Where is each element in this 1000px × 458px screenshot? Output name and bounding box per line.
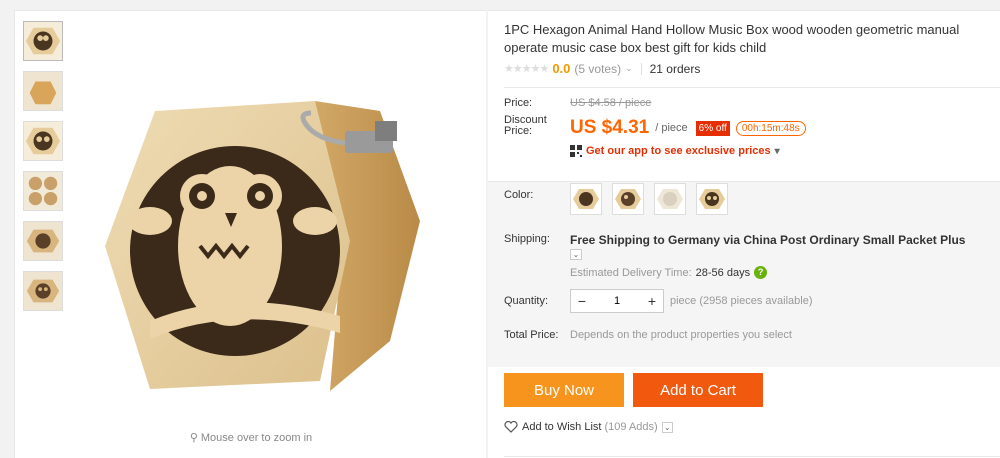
quantity-increase-button[interactable]: + — [641, 293, 663, 309]
quantity-decrease-button[interactable]: − — [571, 293, 593, 309]
wishlist-count: (109 Adds) — [604, 421, 658, 433]
product-page: ⚲ Mouse over to zoom in 1PC Hexagon Anima… — [0, 0, 1000, 458]
wishlist-label: Add to Wish List — [522, 421, 602, 433]
buy-now-button[interactable]: Buy Now — [504, 373, 624, 407]
color-swatch-2[interactable] — [612, 183, 644, 215]
color-swatch-3[interactable] — [654, 183, 686, 215]
rating-value: 0.0 — [552, 61, 571, 76]
discount-price-label: Discount Price: — [504, 114, 547, 137]
thumbnail-3[interactable] — [23, 121, 63, 161]
quantity-stepper: − + — [570, 289, 664, 313]
color-label: Color: — [504, 189, 534, 201]
price-label: Price: — [504, 97, 533, 109]
delivery-label: Estimated Delivery Time: — [570, 266, 692, 279]
current-price: US $4.31 — [570, 117, 650, 138]
thumbnail-6[interactable] — [23, 271, 63, 311]
app-promo-text: Get our app to see exclusive prices — [586, 145, 771, 157]
thumbnail-4[interactable] — [23, 171, 63, 211]
total-price-label: Total Price: — [504, 329, 559, 341]
divider — [504, 456, 1000, 457]
shipping-dropdown-icon[interactable]: ⌄ — [570, 249, 582, 260]
price-unit: / piece — [655, 122, 688, 134]
qr-code-icon — [570, 145, 582, 157]
rating-votes[interactable]: (5 votes) — [574, 62, 621, 76]
zoom-hint: ⚲ Mouse over to zoom in — [189, 432, 313, 444]
color-swatches — [570, 183, 738, 215]
color-swatch-1[interactable] — [570, 183, 602, 215]
app-promo-link[interactable]: Get our app to see exclusive prices ▾ — [570, 145, 780, 157]
rating-row: ★★★★★ 0.0 (5 votes) ⌄ 21 orders — [504, 61, 700, 76]
divider — [504, 87, 1000, 88]
add-to-wishlist[interactable]: Add to Wish List (109 Adds) ⌄ — [504, 421, 673, 433]
add-to-cart-button[interactable]: Add to Cart — [633, 373, 763, 407]
heart-icon — [504, 421, 518, 433]
thumbnail-1[interactable] — [23, 21, 63, 61]
shipping-label: Shipping: — [504, 233, 550, 245]
quantity-availability: piece (2958 pieces available) — [670, 295, 813, 307]
product-details: 1PC Hexagon Animal Hand Hollow Music Box… — [488, 10, 1000, 458]
delivery-days: 28-56 days — [695, 266, 751, 279]
orders-count: 21 orders — [649, 61, 701, 76]
quantity-label: Quantity: — [504, 295, 549, 307]
help-icon[interactable]: ? — [754, 266, 768, 279]
magnifier-icon: ⚲ — [189, 432, 198, 444]
shipping-method[interactable]: Free Shipping to Germany via China Post … — [570, 233, 1000, 247]
thumbnail-list — [23, 21, 67, 321]
original-price: US $4.58 / piece — [570, 97, 652, 109]
divider — [640, 62, 642, 75]
chevron-down-icon[interactable]: ⌄ — [625, 63, 633, 74]
thumbnail-2[interactable] — [23, 71, 63, 111]
countdown-timer: 00h:15m:48s — [735, 120, 806, 136]
discount-badge: 6% off — [695, 120, 730, 136]
delivery-estimate: Estimated Delivery Time: 28-56 days ? — [570, 266, 768, 279]
color-swatch-4[interactable] — [696, 183, 728, 215]
quantity-input[interactable] — [593, 295, 641, 307]
total-price-note: Depends on the product properties you se… — [570, 329, 792, 341]
discount-price: US $4.31 / piece 6% off 00h:15m:48s — [570, 117, 806, 139]
thumbnail-5[interactable] — [23, 221, 63, 261]
caret-down-icon: ▾ — [774, 145, 780, 157]
main-product-image[interactable] — [90, 71, 450, 411]
product-title: 1PC Hexagon Animal Hand Hollow Music Box… — [504, 22, 960, 55]
image-gallery: ⚲ Mouse over to zoom in — [14, 10, 486, 458]
star-rating-icon[interactable]: ★★★★★ — [504, 62, 549, 75]
wishlist-dropdown-icon[interactable]: ⌄ — [661, 421, 673, 433]
